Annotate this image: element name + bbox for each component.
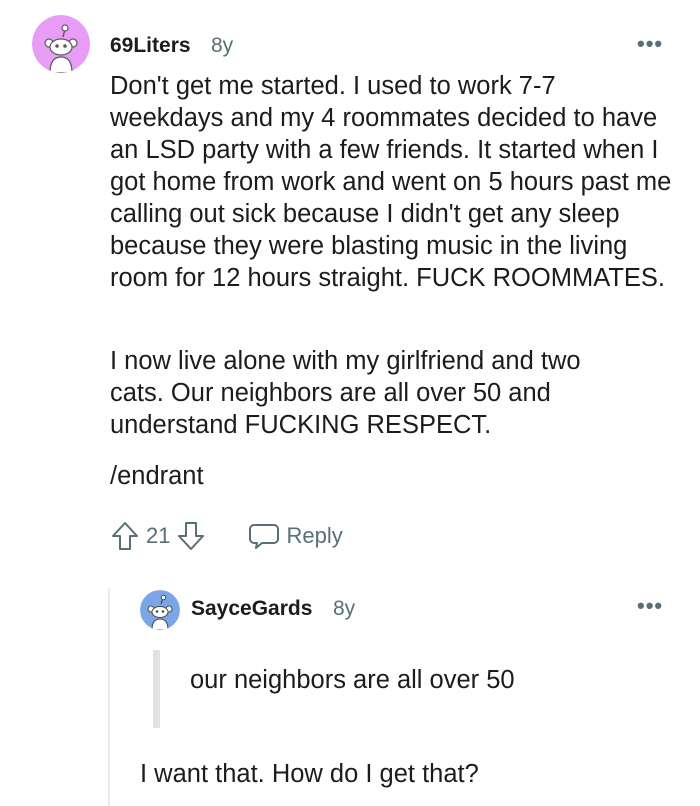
- comment-paragraph-1: Don't get me started. I used to work 7-7…: [110, 72, 672, 292]
- reply-timestamp: 8y: [333, 597, 356, 620]
- comment-username[interactable]: 69Liters: [110, 34, 191, 58]
- vote-score: 21: [146, 523, 171, 548]
- reply-more-options-button[interactable]: •••: [637, 593, 663, 619]
- reply-button[interactable]: Reply: [248, 521, 343, 551]
- reply-label: Reply: [286, 523, 343, 548]
- comment-paragraph-2: I now live alone with my girlfriend and …: [110, 347, 581, 439]
- more-options-button[interactable]: •••: [637, 31, 663, 57]
- reply-text: I want that. How do I get that?: [140, 760, 479, 788]
- comment-paragraph-3: /endrant: [110, 462, 204, 490]
- quote-bar: [153, 650, 160, 728]
- reply-quote: our neighbors are all over 50: [190, 666, 515, 694]
- downvote-button[interactable]: [174, 519, 208, 553]
- snoo-avatar-icon: [140, 590, 180, 630]
- reply-avatar[interactable]: [140, 590, 180, 630]
- comment-bubble-icon: [249, 524, 280, 549]
- reply-username[interactable]: SayceGards: [191, 597, 312, 621]
- avatar[interactable]: [32, 15, 90, 73]
- snoo-avatar-icon: [32, 15, 90, 73]
- upvote-arrow-icon: [112, 522, 138, 550]
- thread-line[interactable]: [108, 588, 110, 806]
- comment-timestamp: 8y: [211, 34, 234, 57]
- comment-action-bar: 21 Reply: [108, 518, 343, 554]
- downvote-arrow-icon: [178, 522, 205, 550]
- upvote-button[interactable]: [108, 519, 142, 553]
